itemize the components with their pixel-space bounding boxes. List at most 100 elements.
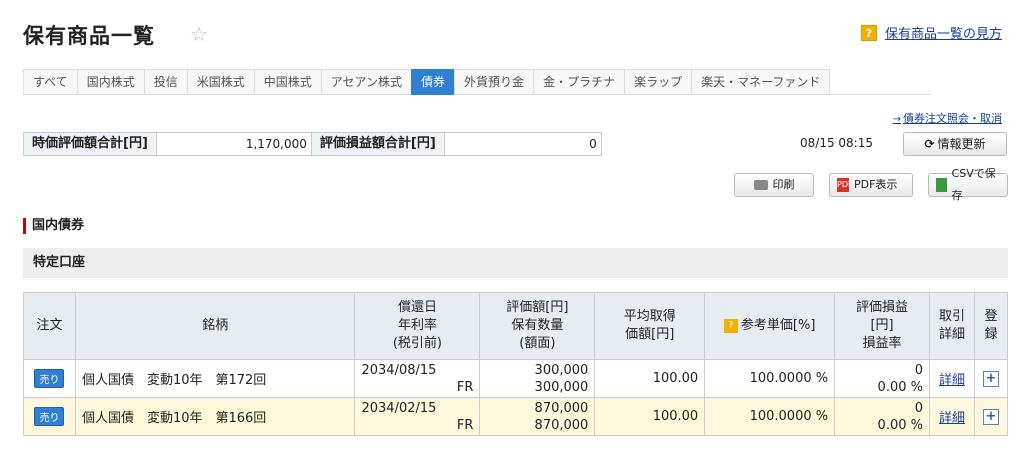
header-avg-price: 平均取得 価額[円] (594, 292, 706, 360)
register-cell: + (973, 359, 1009, 398)
interest-rate: FR (456, 379, 474, 395)
header-detail-line2: 詳細 (938, 327, 965, 342)
update-datetime: 08/15 08:15 (800, 136, 873, 150)
register-plus-icon[interactable]: + (982, 408, 999, 425)
order-cell: 売り (23, 397, 76, 436)
help-question-icon: ? (860, 24, 877, 41)
bond-order-inquiry-link[interactable]: 債券注文照会・取消 (903, 112, 1002, 125)
arrow-right-icon: → (892, 114, 901, 125)
header-pnl-line3: 損益率 (862, 336, 902, 351)
refresh-button[interactable]: ⟳ 情報更新 (903, 132, 1007, 156)
tab-us-stocks[interactable]: 米国株式 (186, 69, 254, 95)
csv-label: CSVで保存 (951, 167, 996, 202)
detail-link[interactable]: 詳細 (939, 411, 965, 426)
tab-gold-platinum[interactable]: 金・プラチナ (533, 69, 625, 95)
detail-cell: 詳細 (928, 397, 975, 436)
header-register: 登録 (973, 292, 1009, 360)
pnl-amount: 0 (914, 400, 923, 416)
print-button[interactable]: 印刷 (734, 173, 814, 197)
header-order: 注文 (23, 292, 76, 360)
avg-price: 100.00 (594, 397, 706, 436)
header-name: 銘柄 (74, 292, 356, 360)
pnl-rate: 0.00 % (877, 417, 923, 433)
maturity-date: 2034/02/15 (361, 400, 437, 416)
sell-button[interactable]: 売り (34, 407, 65, 426)
help-link-group: ? 保有商品一覧の見方 (860, 23, 1002, 42)
csv-button[interactable]: CSVで保存 (928, 167, 1008, 202)
bond-order-link-wrap: → 債券注文照会・取消 (893, 110, 1002, 126)
header-detail: 取引 詳細 (928, 292, 975, 360)
header-ref-price: ? 参考単価[%] (704, 292, 836, 360)
pdf-icon: PDF (837, 178, 853, 192)
ref-help-icon[interactable]: ? (723, 318, 738, 333)
tab-bonds[interactable]: 債券 (411, 69, 455, 95)
value-cell: 300,000 300,000 (479, 359, 596, 398)
bond-name: 個人国債 変動10年 第172回 (74, 359, 356, 398)
tab-asean-stocks[interactable]: アセアン株式 (320, 69, 412, 95)
tab-foreign-deposits[interactable]: 外貨預り金 (454, 69, 534, 95)
header-pnl-line1: 評価損益 (856, 300, 909, 315)
ref-price: 100.0000 % (704, 359, 836, 398)
tab-money-fund[interactable]: 楽天・マネーファンド (691, 69, 831, 95)
pnl-rate: 0.00 % (877, 379, 923, 395)
refresh-icon: ⟳ (924, 137, 935, 151)
printer-icon (753, 180, 768, 190)
page-title: 保有商品一覧 (23, 24, 155, 48)
sell-button[interactable]: 売り (34, 369, 65, 388)
header-value: 評価額[円] 保有数量 (額面) (479, 292, 596, 360)
order-cell: 売り (23, 359, 76, 398)
register-plus-icon[interactable]: + (982, 370, 999, 387)
refresh-label: 情報更新 (937, 137, 986, 151)
tab-domestic-stocks[interactable]: 国内株式 (76, 69, 144, 95)
pnl-total: 0 (589, 137, 597, 151)
market-value: 870,000 (534, 400, 589, 416)
table-row: 売り 個人国債 変動10年 第172回 2034/08/15 FR 300,00… (23, 359, 1009, 398)
maturity-cell: 2034/02/15 FR (354, 397, 481, 436)
product-tabs: すべて 国内株式 投信 米国株式 中国株式 アセアン株式 債券 外貨預り金 金・… (23, 69, 931, 95)
help-link[interactable]: 保有商品一覧の見方 (885, 23, 1002, 42)
tab-rakuwrap[interactable]: 楽ラップ (624, 69, 692, 95)
csv-icon (936, 178, 947, 192)
maturity-cell: 2034/08/15 FR (354, 359, 481, 398)
pnl-label: 評価損益額合計[円] (311, 133, 445, 155)
interest-rate: FR (456, 417, 474, 433)
maturity-date: 2034/08/15 (361, 362, 437, 378)
summary-bar: 時価評価額合計[円] 1,170,000 評価損益額合計[円] 0 (23, 132, 602, 156)
header-maturity-line2: 年利率 (397, 318, 437, 333)
print-label: 印刷 (772, 178, 795, 191)
header-avg-line2: 価額[円] (625, 327, 675, 342)
market-value-total: 1,170,000 (157, 133, 312, 155)
pdf-button[interactable]: PDF PDF表示 (829, 173, 913, 197)
header-ref-label: 参考単価[%] (740, 318, 816, 333)
register-cell: + (973, 397, 1009, 436)
tab-funds[interactable]: 投信 (143, 69, 187, 95)
header-value-line1: 評価額[円] (506, 300, 569, 315)
holding-quantity: 870,000 (534, 417, 589, 433)
ref-price: 100.0000 % (704, 397, 836, 436)
holding-quantity: 300,000 (534, 379, 589, 395)
market-value-label: 時価評価額合計[円] (24, 133, 157, 155)
header-avg-line1: 平均取得 (623, 309, 676, 324)
header-value-line3: (額面) (519, 336, 556, 351)
header-maturity-line1: 償還日 (397, 300, 437, 315)
pdf-label: PDF表示 (854, 178, 898, 191)
value-cell: 870,000 870,000 (479, 397, 596, 436)
header-maturity-line3: (税引前) (392, 336, 443, 351)
pnl-amount: 0 (914, 362, 923, 378)
header-maturity: 償還日 年利率 (税引前) (354, 292, 481, 360)
favorite-star-icon[interactable]: ☆ (190, 22, 208, 46)
section-title: 国内債券 (23, 218, 84, 234)
bond-name: 個人国債 変動10年 第166回 (74, 397, 356, 436)
detail-link[interactable]: 詳細 (939, 373, 965, 388)
header-pnl-line2: [円] (870, 318, 894, 333)
tab-all[interactable]: すべて (23, 69, 77, 95)
market-value: 300,000 (534, 362, 589, 378)
table-row: 売り 個人国債 変動10年 第166回 2034/02/15 FR 870,00… (23, 397, 1009, 436)
detail-cell: 詳細 (928, 359, 975, 398)
account-subsection: 特定口座 (23, 248, 1008, 278)
pnl-cell: 0 0.00 % (834, 359, 930, 398)
holdings-table: 注文 銘柄 償還日 年利率 (税引前) 評価額[円] 保有数量 (額面) 平均取… (23, 292, 1009, 436)
header-detail-line1: 取引 (938, 309, 965, 324)
tab-china-stocks[interactable]: 中国株式 (253, 69, 321, 95)
avg-price: 100.00 (594, 359, 706, 398)
